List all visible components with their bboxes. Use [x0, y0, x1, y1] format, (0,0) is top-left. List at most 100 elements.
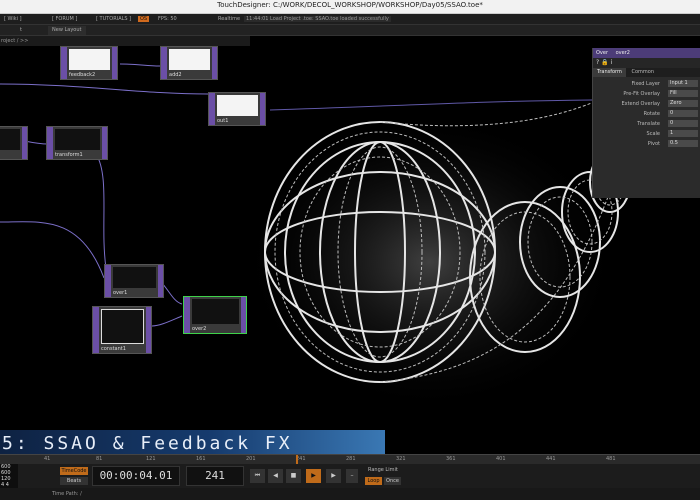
layout-tab[interactable]: t: [20, 27, 22, 33]
status-log: 11:44:01 Load Project .toe: SSAO.toe loa…: [244, 16, 391, 22]
node-feedback2[interactable]: feedback2: [60, 46, 118, 80]
node-over1[interactable]: over1: [104, 264, 164, 298]
step-back-button[interactable]: ◀: [268, 469, 283, 483]
node-label: transform1: [55, 152, 83, 158]
node-output-bar: [146, 307, 151, 353]
window-title: TouchDesigner: C:/WORK/DECOL_WORKSHOP/WO…: [217, 1, 483, 9]
node-label: add2: [169, 72, 182, 78]
param-row: Scale 1: [593, 129, 700, 139]
param-label: Rotate: [643, 111, 660, 117]
ruler-label: 121: [146, 456, 156, 462]
ruler-label: 321: [396, 456, 406, 462]
param-row: Translate 0: [593, 119, 700, 129]
parameter-panel: Over over2 ? 🔒 i Transform Common Fixed …: [592, 48, 700, 198]
timeline-ruler[interactable]: 41 81 121 161 201 241 281 321 361 401 44…: [0, 454, 700, 465]
beats-mode-button[interactable]: Beats: [60, 477, 88, 485]
forum-link[interactable]: [ FORUM ]: [52, 16, 77, 22]
ruler-label: 481: [606, 456, 616, 462]
ruler-label: 161: [196, 456, 206, 462]
rewind-button[interactable]: ⏮: [250, 469, 265, 483]
param-value[interactable]: Zero: [668, 100, 698, 107]
frame-display[interactable]: 241: [186, 466, 244, 486]
node-input-bar: [47, 127, 53, 159]
node-label: out1: [217, 118, 229, 124]
time-path-bar[interactable]: Time Path: /: [0, 488, 700, 500]
ruler-label: 201: [246, 456, 256, 462]
param-value[interactable]: 1: [668, 130, 698, 137]
node-output-bar: [102, 127, 107, 159]
node-partial-left[interactable]: [0, 126, 28, 160]
node-output-bar: [22, 127, 27, 159]
node-out1[interactable]: out1: [208, 92, 266, 126]
new-layout-tab[interactable]: New Layout: [48, 26, 86, 35]
ruler-label: 41: [44, 456, 51, 462]
param-value[interactable]: Input 1: [668, 80, 698, 87]
timecode-display[interactable]: 00:00:04.01: [92, 466, 180, 486]
param-value[interactable]: 0.5: [668, 140, 698, 147]
param-row: Fixed Layer Input 1: [593, 79, 700, 89]
param-row: Pre-Fit Overlay Fill: [593, 89, 700, 99]
node-label: over2: [192, 326, 207, 332]
play-button[interactable]: ▶: [306, 469, 321, 483]
node-thumbnail: [0, 129, 20, 150]
node-thumbnail: [55, 129, 100, 150]
param-label: Extend Overlay: [621, 101, 660, 107]
param-label: Pre-Fit Overlay: [623, 91, 660, 97]
node-input-bar: [209, 93, 215, 125]
node-thumbnail: [101, 309, 144, 344]
step-forward-button[interactable]: ▶: [326, 469, 341, 483]
param-row: Extend Overlay Zero: [593, 99, 700, 109]
node-output-bar: [241, 297, 246, 333]
loop-button[interactable]: Loop: [365, 477, 382, 485]
param-label: Translate: [637, 121, 660, 127]
tab-transform[interactable]: Transform: [593, 68, 626, 77]
param-row: Rotate 0: [593, 109, 700, 119]
op-type: Over: [596, 50, 609, 56]
node-input-bar: [93, 307, 99, 353]
node-transform1[interactable]: transform1: [46, 126, 108, 160]
wiki-link[interactable]: [ Wiki ]: [4, 16, 22, 22]
tutorials-link[interactable]: [ TUTORIALS ]: [96, 16, 131, 22]
panel-icons[interactable]: ? 🔒 i: [593, 58, 700, 68]
node-thumbnail: [113, 267, 156, 288]
op-name[interactable]: over2: [616, 50, 630, 56]
param-label: Fixed Layer: [631, 81, 661, 87]
once-button[interactable]: Once: [384, 477, 401, 485]
range-limit-label: Range Limit: [368, 467, 398, 473]
param-value[interactable]: 0: [668, 120, 698, 127]
node-label: feedback2: [69, 72, 96, 78]
param-label: Pivot: [647, 141, 660, 147]
node-thumbnail: [217, 95, 258, 116]
speed-down-button[interactable]: –: [346, 469, 358, 483]
node-input-bar: [61, 47, 67, 79]
node-add2[interactable]: add2: [160, 46, 218, 80]
node-output-bar: [260, 93, 265, 125]
node-input-bar: [184, 297, 190, 333]
node-constant1[interactable]: constant1: [92, 306, 152, 354]
tab-common[interactable]: Common: [627, 68, 658, 77]
stop-button[interactable]: ■: [286, 469, 301, 483]
param-list: Fixed Layer Input 1 Pre-Fit Overlay Fill E…: [593, 77, 700, 149]
time-control-bar: 600 600 120 4 4 TimeCode Beats 00:00:04.…: [0, 464, 700, 488]
window-title-bar: TouchDesigner: C:/WORK/DECOL_WORKSHOP/WO…: [0, 0, 700, 14]
node-input-bar: [161, 47, 167, 79]
timecode-mode-button[interactable]: TimeCode: [60, 467, 88, 475]
perf-monitor-button[interactable]: OS: [138, 16, 150, 22]
menu-bar: [ Wiki ] [ FORUM ] [ TUTORIALS ] OS FPS:…: [0, 14, 700, 25]
ruler-label: 441: [546, 456, 556, 462]
node-input-bar: [105, 265, 111, 297]
perf-stats: 600 600 120 4 4: [0, 464, 18, 488]
ruler-label: 281: [346, 456, 356, 462]
node-label: constant1: [101, 346, 126, 352]
panel-header: Over over2: [593, 48, 700, 58]
param-value[interactable]: 0: [668, 110, 698, 117]
episode-banner: 5: SSAO & Feedback FX: [0, 430, 385, 454]
param-value[interactable]: Fill: [668, 90, 698, 97]
network-path[interactable]: roject / >>: [0, 36, 250, 46]
node-output-bar: [212, 47, 217, 79]
ruler-label: 361: [446, 456, 456, 462]
node-output-bar: [158, 265, 163, 297]
ruler-label: 401: [496, 456, 506, 462]
node-over2[interactable]: over2: [183, 296, 247, 334]
realtime-toggle[interactable]: Realtime: [218, 16, 240, 22]
